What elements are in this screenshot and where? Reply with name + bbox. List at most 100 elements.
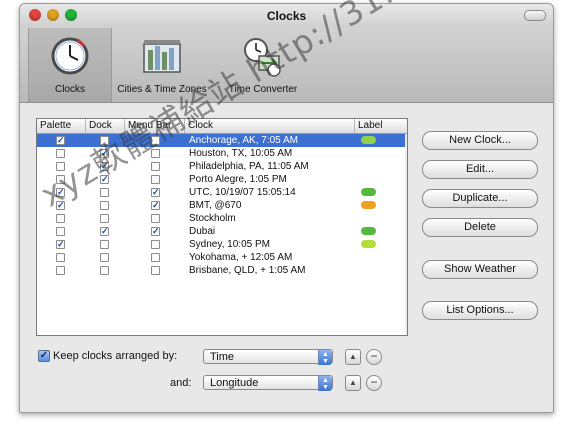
table-row[interactable]: ✓ ✓ UTC, 10/19/07 15:05:14 — [37, 186, 407, 199]
keep-arranged-checkbox[interactable]: ✓ — [38, 350, 50, 362]
dock-checkbox[interactable] — [100, 201, 109, 210]
palette-checkbox[interactable] — [56, 253, 65, 262]
clock-name: UTC, 10/19/07 15:05:14 — [189, 187, 296, 198]
palette-checkbox[interactable]: ✓ — [56, 240, 65, 249]
remove-sort-secondary-button[interactable]: − — [366, 375, 382, 391]
label-color-swatch[interactable] — [361, 227, 376, 235]
dock-checkbox[interactable]: ✓ — [100, 227, 109, 236]
dock-checkbox[interactable]: ✓ — [100, 149, 109, 158]
palette-checkbox[interactable]: ✓ — [56, 188, 65, 197]
tab-time-converter[interactable]: Time Converter — [216, 28, 310, 102]
dock-checkbox[interactable] — [100, 253, 109, 262]
menubar-checkbox[interactable] — [151, 175, 160, 184]
palette-checkbox[interactable] — [56, 214, 65, 223]
menubar-checkbox[interactable] — [151, 266, 160, 275]
cities-icon — [143, 40, 181, 73]
tab-cities-time-zones[interactable]: Cities & Time Zones — [116, 28, 208, 102]
show-weather-button[interactable]: Show Weather — [422, 260, 538, 279]
sort-primary-value: Time — [210, 351, 235, 363]
dock-checkbox[interactable] — [100, 188, 109, 197]
sort-primary-direction-button[interactable]: ▲ — [345, 349, 361, 365]
table-row[interactable]: ✓ Anchorage, AK, 7:05 AM — [37, 134, 407, 147]
close-window-button[interactable] — [29, 9, 41, 21]
table-row[interactable]: Stockholm — [37, 212, 407, 225]
zoom-window-button[interactable] — [65, 9, 77, 21]
label-color-swatch[interactable] — [361, 136, 376, 144]
clock-name: Houston, TX, 10:05 AM — [189, 148, 293, 159]
table-row[interactable]: ✓ Houston, TX, 10:05 AM — [37, 147, 407, 160]
duplicate-button[interactable]: Duplicate... — [422, 189, 538, 208]
palette-checkbox[interactable]: ✓ — [56, 136, 65, 145]
clocks-window: Clocks Clocks Cities & Time Zones Time C… — [19, 3, 554, 413]
title-bar[interactable]: Clocks — [20, 4, 553, 28]
menubar-checkbox[interactable]: ✓ — [151, 227, 160, 236]
menubar-checkbox[interactable] — [151, 136, 160, 145]
sort-primary-popup[interactable]: Time ▲ ▼ — [203, 349, 333, 365]
column-header-clock[interactable]: Clock — [185, 119, 355, 133]
sort-secondary-direction-button[interactable]: ▲ — [345, 375, 361, 391]
palette-checkbox[interactable] — [56, 266, 65, 275]
dock-checkbox[interactable] — [100, 266, 109, 275]
popup-arrows-icon: ▲ ▼ — [318, 376, 332, 391]
window-title: Clocks — [266, 9, 307, 23]
edit-button[interactable]: Edit... — [422, 160, 538, 179]
tab-clocks[interactable]: Clocks — [28, 28, 112, 102]
column-header-label[interactable]: Label — [355, 119, 407, 133]
clock-name: Yokohama, + 12:05 AM — [189, 252, 293, 263]
clocks-pane: Palette Dock Menu Bar Clock Label ✓ Ancho… — [20, 103, 553, 412]
palette-checkbox[interactable] — [56, 175, 65, 184]
label-color-swatch[interactable] — [361, 240, 376, 248]
minimize-window-button[interactable] — [47, 9, 59, 21]
table-row[interactable]: ✓ ✓ Dubai — [37, 225, 407, 238]
label-color-swatch[interactable] — [361, 188, 376, 196]
table-row[interactable]: ✓ Porto Alegre, 1:05 PM — [37, 173, 407, 186]
menubar-checkbox[interactable]: ✓ — [151, 188, 160, 197]
clock-name: Sydney, 10:05 PM — [189, 239, 270, 250]
remove-sort-primary-button[interactable]: − — [366, 349, 382, 365]
keep-arranged-label: Keep clocks arranged by: — [53, 350, 178, 362]
column-header-menu-bar[interactable]: Menu Bar — [125, 119, 185, 133]
menubar-checkbox[interactable] — [151, 149, 160, 158]
dock-checkbox[interactable]: ✓ — [100, 162, 109, 171]
sort-secondary-popup[interactable]: Longitude ▲ ▼ — [203, 375, 333, 391]
table-row[interactable]: ✓ Philadelphia, PA, 11:05 AM — [37, 160, 407, 173]
toolbar-toggle-button[interactable] — [524, 10, 546, 21]
palette-checkbox[interactable] — [56, 227, 65, 236]
table-scrollbar[interactable] — [405, 134, 407, 334]
table-row[interactable]: ✓ Sydney, 10:05 PM — [37, 238, 407, 251]
clock-list-table: Palette Dock Menu Bar Clock Label ✓ Ancho… — [36, 118, 408, 336]
table-row[interactable]: Yokohama, + 12:05 AM — [37, 251, 407, 264]
new-clock-button[interactable]: New Clock... — [422, 131, 538, 150]
menubar-checkbox[interactable]: ✓ — [151, 201, 160, 210]
dock-checkbox[interactable] — [100, 214, 109, 223]
clock-name: Stockholm — [189, 213, 236, 224]
dock-checkbox[interactable] — [100, 240, 109, 249]
clock-name: BMT, @670 — [189, 200, 242, 211]
menubar-checkbox[interactable] — [151, 162, 160, 171]
and-label: and: — [170, 377, 192, 389]
clock-name: Dubai — [189, 226, 216, 237]
tab-time-converter-label: Time Converter — [228, 84, 298, 95]
label-color-swatch[interactable] — [361, 201, 376, 209]
time-converter-icon — [244, 38, 281, 77]
table-row[interactable]: ✓ ✓ BMT, @670 — [37, 199, 407, 212]
palette-checkbox[interactable] — [56, 149, 65, 158]
column-header-palette[interactable]: Palette — [37, 119, 86, 133]
toolbar: Clocks Cities & Time Zones Time Converte… — [20, 28, 553, 103]
column-header-dock[interactable]: Dock — [86, 119, 125, 133]
list-options-button[interactable]: List Options... — [422, 301, 538, 320]
palette-checkbox[interactable] — [56, 162, 65, 171]
dock-checkbox[interactable]: ✓ — [100, 175, 109, 184]
dock-checkbox[interactable] — [100, 136, 109, 145]
table-row[interactable]: Brisbane, QLD, + 1:05 AM — [37, 264, 407, 277]
tab-cities-time-zones-label: Cities & Time Zones — [117, 84, 207, 95]
popup-arrows-icon: ▲ ▼ — [318, 350, 332, 365]
palette-checkbox[interactable]: ✓ — [56, 201, 65, 210]
menubar-checkbox[interactable] — [151, 253, 160, 262]
clock-name: Philadelphia, PA, 11:05 AM — [189, 161, 309, 172]
tab-clocks-label: Clocks — [54, 84, 85, 95]
menubar-checkbox[interactable] — [151, 240, 160, 249]
menubar-checkbox[interactable] — [151, 214, 160, 223]
delete-button[interactable]: Delete — [422, 218, 538, 237]
clock-name: Porto Alegre, 1:05 PM — [189, 174, 287, 185]
